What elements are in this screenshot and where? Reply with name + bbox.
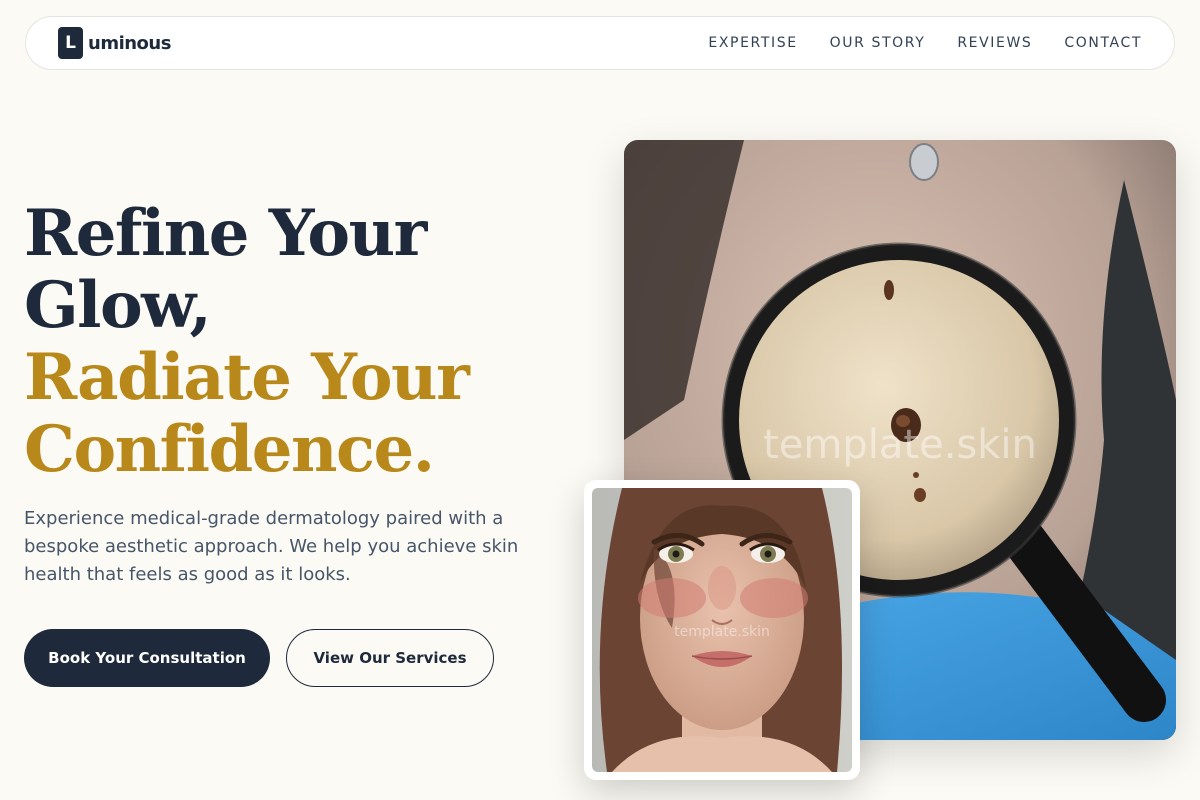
hero-title-line-2: Glow, [24,268,212,343]
freckled-face-photo: template.skin [592,488,852,772]
nav-link-our-story[interactable]: OUR STORY [830,35,926,51]
logo-text: uminous [88,32,171,54]
nav-link-expertise[interactable]: EXPERTISE [708,35,797,51]
hero-description: Experience medical-grade dermatology pai… [24,508,519,585]
thumb-image-watermark: template.skin [674,624,770,640]
top-navbar: L uminous EXPERTISE OUR STORY REVIEWS CO… [25,16,1175,70]
nav-link-reviews[interactable]: REVIEWS [957,35,1032,51]
hero-title-line-4: Confidence. [24,412,435,487]
nav-link-contact[interactable]: CONTACT [1064,35,1142,51]
view-services-button[interactable]: View Our Services [286,629,494,687]
nav-links: EXPERTISE OUR STORY REVIEWS CONTACT [708,35,1142,51]
hero-title-line-3: Radiate Your [24,340,470,415]
book-consultation-button[interactable]: Book Your Consultation [24,629,270,687]
hero-title-line-1: Refine Your [24,196,427,271]
face-thumbnail-card: template.skin [584,480,860,780]
hero-title: Refine Your Glow, Radiate Your Confidenc… [24,198,584,486]
logo-mark: L [58,27,83,59]
main-image-watermark: template.skin [763,422,1037,468]
brand-logo[interactable]: L uminous [58,27,171,59]
face-thumbnail-image: template.skin [592,488,852,772]
